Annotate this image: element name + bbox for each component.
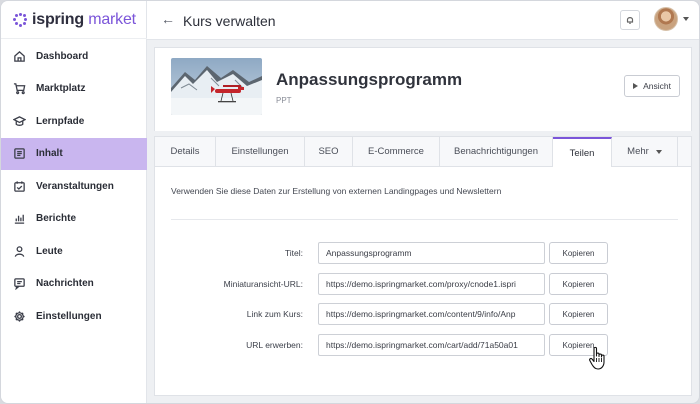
graduation-cap-icon xyxy=(12,114,26,128)
field-label: Titel: xyxy=(284,248,303,258)
sidebar-item-label: Veranstaltungen xyxy=(36,180,114,192)
purchase-url-field[interactable]: https://demo.ispringmarket.com/cart/add/… xyxy=(318,334,545,356)
sidebar-item-marktplatz[interactable]: Marktplatz xyxy=(1,73,147,106)
sidebar: ispring market Dashboard Marktplatz Lern… xyxy=(1,1,147,403)
share-row-title: Titel: Anpassungsprogramm Kopieren xyxy=(155,242,693,264)
sidebar-item-dashboard[interactable]: Dashboard xyxy=(1,40,147,73)
share-intro-text: Verwenden Sie diese Daten zur Erstellung… xyxy=(171,186,502,196)
sidebar-nav: Dashboard Marktplatz Lernpfade Inhalt Ve… xyxy=(1,40,147,333)
sidebar-item-leute[interactable]: Leute xyxy=(1,235,147,268)
sidebar-item-label: Lernpfade xyxy=(36,115,85,127)
divider xyxy=(171,219,678,220)
sidebar-item-label: Marktplatz xyxy=(36,83,86,95)
tab-mehr[interactable]: Mehr xyxy=(612,137,678,166)
cart-icon xyxy=(12,82,26,96)
view-button[interactable]: Ansicht xyxy=(624,75,680,97)
chevron-down-icon xyxy=(655,149,662,154)
sidebar-item-label: Leute xyxy=(36,245,63,257)
gear-icon xyxy=(12,309,26,323)
thumbnail-url-field[interactable]: https://demo.ispringmarket.com/proxy/cno… xyxy=(318,273,545,295)
sidebar-item-nachrichten[interactable]: Nachrichten xyxy=(1,268,147,301)
logo-text: ispring market xyxy=(32,10,136,28)
document-icon xyxy=(12,147,26,161)
copy-thumbnail-url-button[interactable]: Kopieren xyxy=(549,273,608,295)
tab-e-commerce[interactable]: E-Commerce xyxy=(353,137,440,166)
tab-einstellungen[interactable]: Einstellungen xyxy=(216,137,305,166)
sidebar-item-label: Nachrichten xyxy=(36,278,94,290)
hand-cursor-icon xyxy=(589,346,605,370)
sidebar-item-label: Dashboard xyxy=(36,50,89,62)
tab-label: Details xyxy=(170,146,200,157)
home-icon xyxy=(12,49,26,63)
sidebar-item-label: Einstellungen xyxy=(36,310,102,322)
field-label: URL erwerben: xyxy=(246,340,303,350)
tab-seo[interactable]: SEO xyxy=(305,137,353,166)
tab-benachrichtigungen[interactable]: Benachrichtigungen xyxy=(440,137,553,166)
bell-icon xyxy=(626,17,634,24)
course-tabs: Details Einstellungen SEO E-Commerce Ben… xyxy=(154,136,692,167)
copy-title-button[interactable]: Kopieren xyxy=(549,242,608,264)
tab-label: Mehr xyxy=(627,146,649,157)
person-icon xyxy=(12,244,26,258)
course-type-label: PPT xyxy=(276,96,292,105)
course-header-card: Anpassungsprogramm PPT Ansicht xyxy=(154,47,692,131)
sidebar-item-veranstaltungen[interactable]: Veranstaltungen xyxy=(1,170,147,203)
tab-label: SEO xyxy=(318,146,339,157)
notifications-button[interactable] xyxy=(620,10,640,30)
field-label: Link zum Kurs: xyxy=(246,309,303,319)
tab-label: Teilen xyxy=(569,147,595,159)
title-field[interactable]: Anpassungsprogramm xyxy=(318,242,545,264)
copy-course-link-button[interactable]: Kopieren xyxy=(549,303,608,325)
chevron-down-icon xyxy=(683,17,689,21)
course-thumbnail xyxy=(171,58,262,115)
user-menu[interactable] xyxy=(654,7,689,31)
tab-label: Benachrichtigungen xyxy=(454,146,538,157)
sidebar-item-lernpfade[interactable]: Lernpfade xyxy=(1,105,147,138)
bar-chart-icon xyxy=(12,212,26,226)
logo[interactable]: ispring market xyxy=(1,1,147,39)
back-arrow-icon[interactable]: ← xyxy=(161,11,175,27)
logo-icon xyxy=(13,12,27,27)
tab-details[interactable]: Details xyxy=(155,137,216,166)
course-link-field[interactable]: https://demo.ispringmarket.com/content/9… xyxy=(318,303,545,325)
tab-label: E-Commerce xyxy=(368,146,424,157)
view-button-label: Ansicht xyxy=(643,81,671,91)
share-row-thumbnail-url: Miniaturansicht-URL: https://demo.isprin… xyxy=(155,273,693,295)
sidebar-item-label: Inhalt xyxy=(36,148,63,160)
top-header: ← Kurs verwalten xyxy=(147,1,699,40)
tab-label: Einstellungen xyxy=(231,146,289,157)
share-row-purchase-url: URL erwerben: https://demo.ispringmarket… xyxy=(155,334,693,356)
sidebar-item-berichte[interactable]: Berichte xyxy=(1,203,147,236)
message-icon xyxy=(12,277,26,291)
play-icon xyxy=(633,83,639,89)
sidebar-item-inhalt[interactable]: Inhalt xyxy=(1,137,147,170)
avatar xyxy=(654,7,678,31)
tab-teilen[interactable]: Teilen xyxy=(553,137,612,167)
field-label: Miniaturansicht-URL: xyxy=(223,279,303,289)
share-row-course-link: Link zum Kurs: https://demo.ispringmarke… xyxy=(155,303,693,325)
sidebar-item-label: Berichte xyxy=(36,213,77,225)
app-window: ispring market Dashboard Marktplatz Lern… xyxy=(0,0,700,404)
sidebar-item-einstellungen[interactable]: Einstellungen xyxy=(1,300,147,333)
page-title: Kurs verwalten xyxy=(183,13,276,29)
course-title: Anpassungsprogramm xyxy=(276,70,463,89)
share-panel: Verwenden Sie diese Daten zur Erstellung… xyxy=(154,167,692,396)
calendar-check-icon xyxy=(12,179,26,193)
